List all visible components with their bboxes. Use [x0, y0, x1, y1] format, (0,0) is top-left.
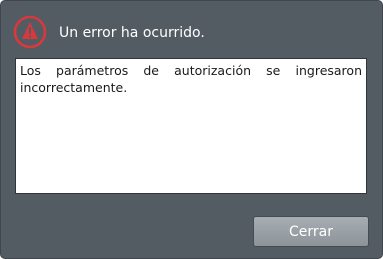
- dialog-title: Un error ha ocurrido.: [59, 25, 205, 41]
- warning-triangle-icon: [13, 15, 47, 49]
- message-box: Los parámetros de autorización se ingres…: [15, 58, 367, 194]
- dialog-header: Un error ha ocurrido.: [1, 1, 382, 53]
- error-dialog: Un error ha ocurrido. Los parámetros de …: [0, 0, 383, 259]
- close-button[interactable]: Cerrar: [253, 216, 369, 247]
- error-message: Los parámetros de autorización se ingres…: [20, 63, 362, 95]
